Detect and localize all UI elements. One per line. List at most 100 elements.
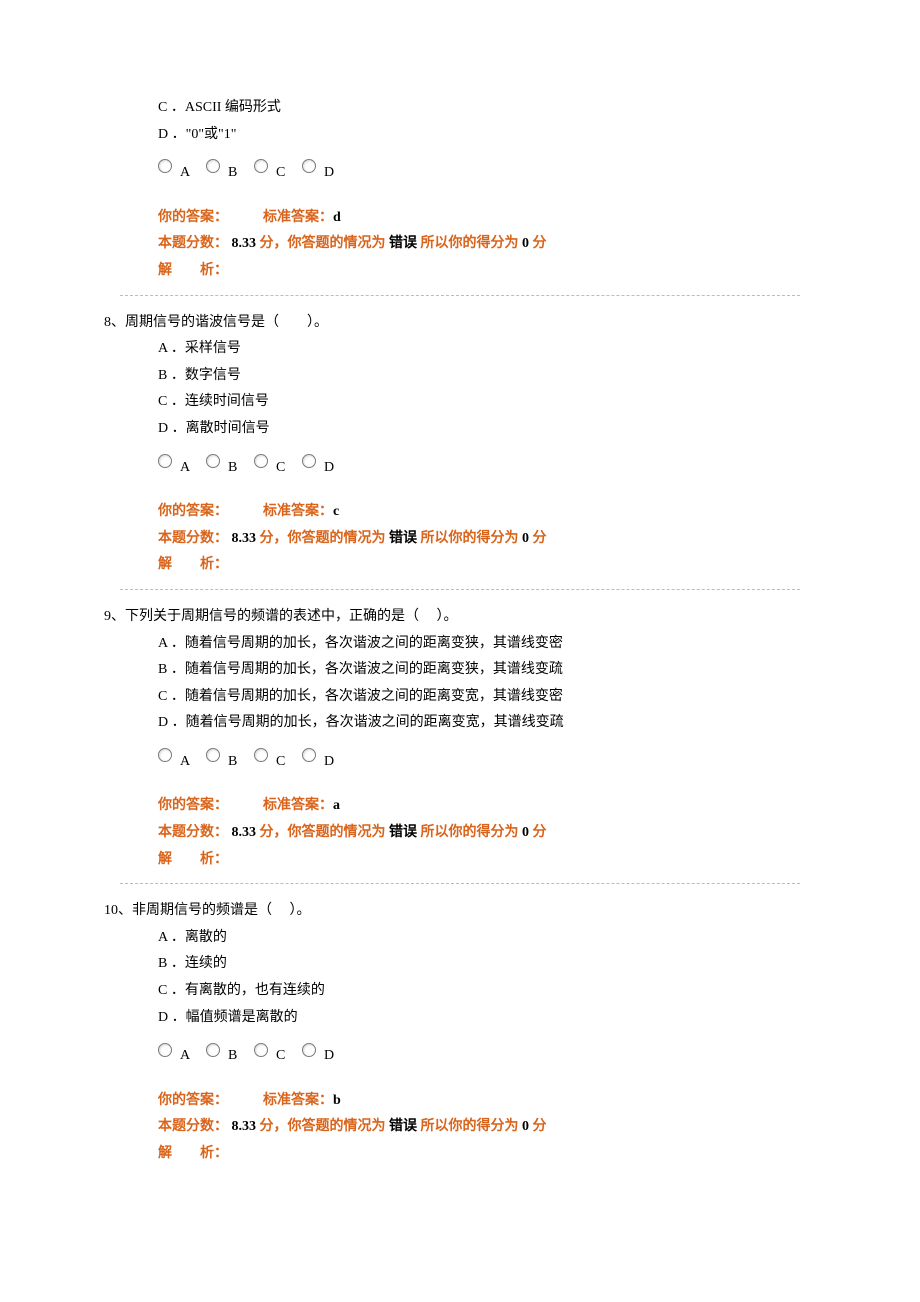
q9-score-value: 8.33 (232, 825, 257, 840)
explain-label: 解 析： (158, 258, 800, 285)
radio-icon[interactable] (302, 748, 316, 762)
question-8: 8、周期信号的谐波信号是（ ）。 A ．采样信号 B ．数字信号 C ．连续时间… (120, 310, 800, 579)
question-7-partial: C ．ASCII 编码形式 D ．"0"或"1" A B C D 你的答案： 标… (120, 95, 800, 285)
q7-got: 0 (522, 236, 529, 251)
q9-option-a: A ．随着信号周期的加长，各次谐波之间的距离变狭，其谱线变密 (158, 631, 800, 658)
radio-label-d: D (324, 743, 346, 776)
radio-label-a: A (180, 449, 202, 482)
q9-option-b: B ．随着信号周期的加长，各次谐波之间的距离变狭，其谱线变疏 (158, 657, 800, 684)
score-unit2: 分 (533, 1119, 547, 1134)
q7-option-c: C ．ASCII 编码形式 (158, 95, 800, 122)
score-unit2: 分 (533, 236, 547, 251)
question-9: 9、下列关于周期信号的频谱的表述中，正确的是（ ）。 A ．随着信号周期的加长，… (120, 604, 800, 873)
q7-radio-row: A B C D (158, 154, 800, 187)
status-phrase-prefix: ，你答题的情况为 (274, 236, 386, 251)
q10-option-a: A ．离散的 (158, 925, 800, 952)
q10-radio-row: A B C D (158, 1037, 800, 1070)
score-unit2: 分 (533, 531, 547, 546)
explain-label: 解 析： (158, 552, 800, 579)
your-answer-label: 你的答案： (158, 210, 228, 225)
q8-result: 你的答案： 标准答案：c 本题分数： 8.33 分，你答题的情况为 错误 所以你… (158, 499, 800, 579)
q8-score-value: 8.33 (232, 531, 257, 546)
radio-label-c: C (276, 743, 298, 776)
radio-icon[interactable] (158, 454, 172, 468)
radio-icon[interactable] (158, 1043, 172, 1057)
so-score-prefix: 所以你的得分为 (421, 531, 519, 546)
status-phrase-prefix: ，你答题的情况为 (274, 531, 386, 546)
radio-label-a: A (180, 154, 202, 187)
radio-label-c: C (276, 1037, 298, 1070)
status-phrase-prefix: ，你答题的情况为 (274, 825, 386, 840)
radio-icon[interactable] (158, 159, 172, 173)
q8-stem: 8、周期信号的谐波信号是（ ）。 (104, 310, 800, 337)
std-answer-label: 标准答案： (263, 1093, 333, 1108)
std-answer-label: 标准答案： (263, 504, 333, 519)
std-answer-label: 标准答案： (263, 798, 333, 813)
radio-icon[interactable] (302, 1043, 316, 1057)
so-score-prefix: 所以你的得分为 (421, 825, 519, 840)
radio-icon[interactable] (158, 748, 172, 762)
q9-got: 0 (522, 825, 529, 840)
radio-label-d: D (324, 1037, 346, 1070)
exam-page: C ．ASCII 编码形式 D ．"0"或"1" A B C D 你的答案： 标… (0, 0, 920, 1238)
q8-std-answer: c (333, 504, 339, 519)
q8-option-a: A ．采样信号 (158, 336, 800, 363)
std-answer-label: 标准答案： (263, 210, 333, 225)
radio-label-b: B (228, 154, 250, 187)
q10-option-d: D ．幅值频谱是离散的 (158, 1005, 800, 1032)
radio-label-a: A (180, 1037, 202, 1070)
radio-label-d: D (324, 449, 346, 482)
q10-std-answer: b (333, 1093, 341, 1108)
radio-label-a: A (180, 743, 202, 776)
q7-score-value: 8.33 (232, 236, 257, 251)
radio-icon[interactable] (206, 748, 220, 762)
q8-radio-row: A B C D (158, 449, 800, 482)
score-unit2: 分 (533, 825, 547, 840)
q10-status: 错误 (389, 1119, 417, 1134)
status-phrase-prefix: ，你答题的情况为 (274, 1119, 386, 1134)
q10-stem: 10、非周期信号的频谱是（ ）。 (104, 898, 800, 925)
your-answer-label: 你的答案： (158, 1093, 228, 1108)
so-score-prefix: 所以你的得分为 (421, 236, 519, 251)
score-prefix: 本题分数： (158, 1119, 228, 1134)
q7-std-answer: d (333, 210, 341, 225)
q7-option-d: D ．"0"或"1" (158, 122, 800, 149)
q9-result: 你的答案： 标准答案：a 本题分数： 8.33 分，你答题的情况为 错误 所以你… (158, 793, 800, 873)
radio-icon[interactable] (254, 748, 268, 762)
divider (120, 589, 800, 590)
radio-icon[interactable] (206, 454, 220, 468)
radio-icon[interactable] (254, 159, 268, 173)
radio-label-d: D (324, 154, 346, 187)
radio-label-c: C (276, 154, 298, 187)
score-unit: 分 (260, 531, 274, 546)
score-unit: 分 (260, 825, 274, 840)
radio-label-b: B (228, 743, 250, 776)
so-score-prefix: 所以你的得分为 (421, 1119, 519, 1134)
radio-icon[interactable] (302, 159, 316, 173)
q7-status: 错误 (389, 236, 417, 251)
your-answer-label: 你的答案： (158, 798, 228, 813)
q10-result: 你的答案： 标准答案：b 本题分数： 8.33 分，你答题的情况为 错误 所以你… (158, 1088, 800, 1168)
score-prefix: 本题分数： (158, 531, 228, 546)
q8-option-d: D ．离散时间信号 (158, 416, 800, 443)
q7-result: 你的答案： 标准答案：d 本题分数： 8.33 分 ，你答题的情况为 错误 所以你… (158, 205, 800, 285)
score-prefix: 本题分数： (158, 825, 228, 840)
q9-radio-row: A B C D (158, 743, 800, 776)
radio-icon[interactable] (302, 454, 316, 468)
radio-icon[interactable] (254, 454, 268, 468)
score-prefix: 本题分数： (158, 236, 228, 251)
divider (120, 295, 800, 296)
radio-icon[interactable] (206, 159, 220, 173)
q8-got: 0 (522, 531, 529, 546)
q8-status: 错误 (389, 531, 417, 546)
q9-option-d: D ．随着信号周期的加长，各次谐波之间的距离变宽，其谱线变疏 (158, 710, 800, 737)
your-answer-label: 你的答案： (158, 504, 228, 519)
radio-icon[interactable] (206, 1043, 220, 1057)
q8-option-b: B ．数字信号 (158, 363, 800, 390)
radio-icon[interactable] (254, 1043, 268, 1057)
q10-option-b: B ．连续的 (158, 951, 800, 978)
radio-label-c: C (276, 449, 298, 482)
q10-option-c: C ．有离散的，也有连续的 (158, 978, 800, 1005)
score-unit: 分 (260, 1119, 274, 1134)
question-10: 10、非周期信号的频谱是（ ）。 A ．离散的 B ．连续的 C ．有离散的，也… (120, 898, 800, 1167)
